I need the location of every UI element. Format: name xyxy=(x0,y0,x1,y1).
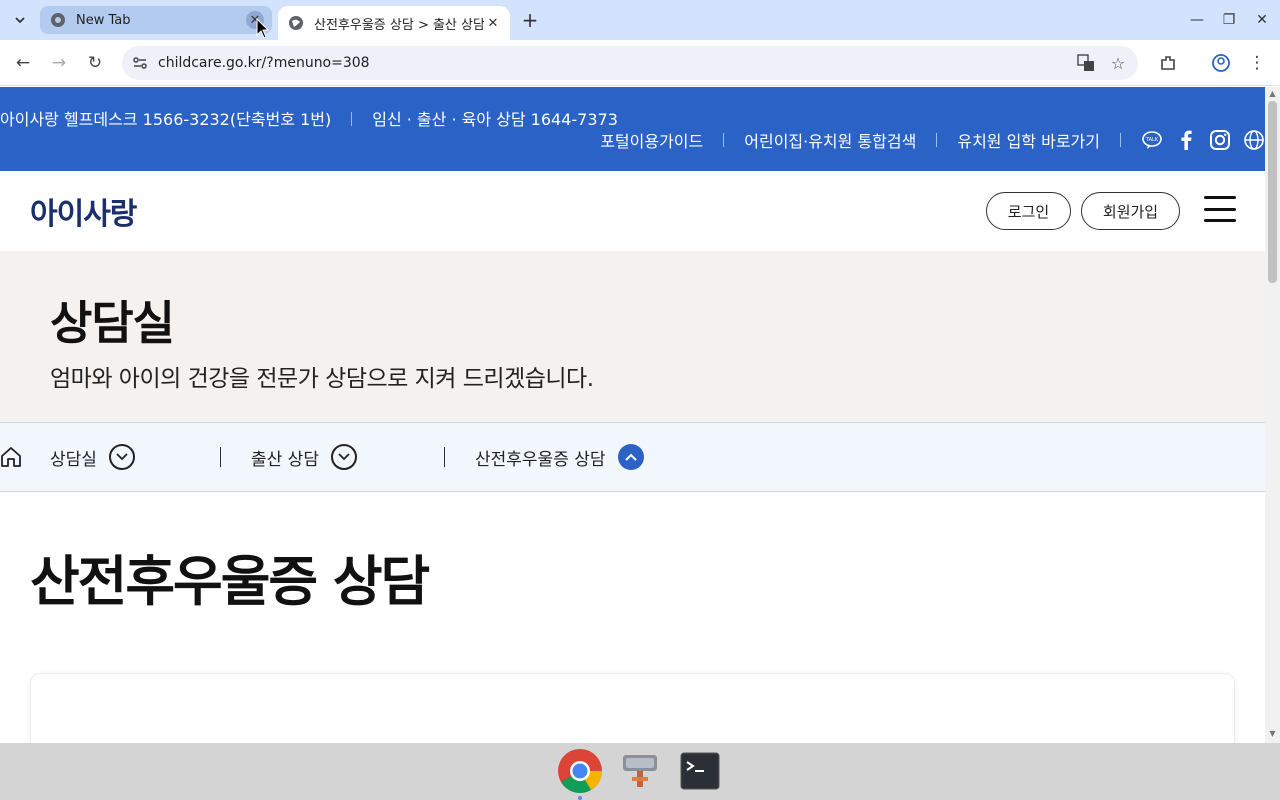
sns-links: TALK xyxy=(1129,129,1265,151)
restore-button[interactable]: ❐ xyxy=(1217,8,1241,32)
breadcrumb-item-consult-room[interactable]: 상담실 xyxy=(50,443,135,471)
terminal-app-icon[interactable] xyxy=(677,748,723,794)
globe-icon[interactable] xyxy=(1243,129,1265,151)
url-text: childcare.go.kr/?menuno=308 xyxy=(158,55,370,71)
extensions-icon[interactable] xyxy=(1156,51,1180,75)
minimize-button[interactable]: — xyxy=(1185,8,1209,32)
consult-line-text: 임신 · 출산 · 육아 상담 1644-7373 xyxy=(372,110,618,129)
breadcrumb-label: 출산 상담 xyxy=(251,449,319,470)
hamburger-menu-icon[interactable] xyxy=(1204,196,1236,222)
close-window-button[interactable]: ✕ xyxy=(1250,8,1274,32)
link-integrated-search[interactable]: 어린이집·유치원 통합검색 xyxy=(744,128,916,152)
scroll-up-icon[interactable]: ▲ xyxy=(1268,90,1277,98)
globe-favicon-icon xyxy=(289,16,303,30)
tab-close-button[interactable]: ✕ xyxy=(484,14,502,32)
breadcrumb-item-depression-consult[interactable]: 산전후우울증 상담 xyxy=(475,443,644,471)
tab-strip: New Tab ✕ 산전후우울증 상담 > 출산 상담 ✕ + — ❐ ✕ xyxy=(0,0,1280,40)
chevron-down-icon[interactable] xyxy=(108,444,135,470)
menu-dots-icon[interactable]: ⋮ xyxy=(1245,51,1269,75)
helpdesk-line: 아이사랑 헬프데스크 1566-3232(단축번호 1번) 임신 · 출산 · 육… xyxy=(0,106,618,130)
chrome-favicon-icon xyxy=(51,13,65,27)
tab-search-button[interactable] xyxy=(6,8,34,32)
helpdesk-text: 아이사랑 헬프데스크 1566-3232(단축번호 1번) xyxy=(0,110,332,129)
chrome-app-icon[interactable] xyxy=(557,748,603,794)
link-portal-guide[interactable]: 포털이용가이드 xyxy=(600,128,703,152)
content-card xyxy=(30,673,1235,743)
scroll-thumb[interactable] xyxy=(1268,101,1277,283)
chevron-down-icon[interactable] xyxy=(330,444,357,470)
hero-title: 상담실 xyxy=(50,296,175,350)
web-page: 아이사랑 헬프데스크 1566-3232(단축번호 1번) 임신 · 출산 · 육… xyxy=(0,87,1265,743)
browser-toolbar: ← → ↻ childcare.go.kr/?menuno=308 ☆ ⋮ xyxy=(0,40,1280,86)
scroll-down-icon[interactable]: ▼ xyxy=(1268,730,1277,738)
page-scrollbar[interactable]: ▲ ▼ xyxy=(1265,87,1280,743)
utility-links: 포털이용가이드 어린이집·유치원 통합검색 유치원 입학 바로가기 TALK xyxy=(600,127,1265,153)
signup-button[interactable]: 회원가입 xyxy=(1081,192,1180,230)
taskbar xyxy=(0,743,1280,800)
tab-active[interactable]: 산전후우울증 상담 > 출산 상담 ✕ xyxy=(278,6,510,40)
top-utility-bar: 아이사랑 헬프데스크 1566-3232(단축번호 1번) 임신 · 출산 · 육… xyxy=(0,87,1265,171)
hero-description: 엄마와 아이의 건강을 전문가 상담으로 지켜 드리겠습니다. xyxy=(50,366,594,392)
link-kindergarten-admission[interactable]: 유치원 입학 바로가기 xyxy=(957,128,1100,152)
reload-button[interactable]: ↻ xyxy=(83,51,107,75)
forward-button[interactable]: → xyxy=(47,51,71,75)
home-icon[interactable] xyxy=(0,446,22,468)
back-button[interactable]: ← xyxy=(11,51,35,75)
login-button[interactable]: 로그인 xyxy=(986,192,1071,230)
breadcrumb-divider xyxy=(220,447,221,467)
breadcrumb-label: 산전후우울증 상담 xyxy=(475,449,606,470)
site-header: 아이사랑 로그인 회원가입 xyxy=(0,171,1265,251)
hero-banner: 상담실 엄마와 아이의 건강을 전문가 상담으로 지켜 드리겠습니다. xyxy=(0,251,1265,422)
content-title: 산전후우울증 상담 xyxy=(30,550,430,613)
settings-tool-app-icon[interactable] xyxy=(617,748,663,794)
instagram-icon[interactable] xyxy=(1209,129,1231,151)
profile-icon[interactable] xyxy=(1209,51,1233,75)
tab-title: New Tab xyxy=(76,12,131,28)
breadcrumb: 상담실 출산 상담 산전후우울증 상담 xyxy=(0,422,1265,492)
site-logo[interactable]: 아이사랑 xyxy=(30,189,137,233)
translate-icon[interactable] xyxy=(1074,51,1098,75)
site-settings-icon[interactable] xyxy=(130,53,150,73)
address-bar[interactable]: childcare.go.kr/?menuno=308 ☆ xyxy=(122,46,1138,80)
tab-new-tab[interactable]: New Tab ✕ xyxy=(40,6,272,34)
breadcrumb-item-birth-consult[interactable]: 출산 상담 xyxy=(251,443,357,471)
breadcrumb-divider xyxy=(444,447,445,467)
chevron-up-icon[interactable] xyxy=(617,444,644,470)
breadcrumb-label: 상담실 xyxy=(50,449,97,470)
svg-text:TALK: TALK xyxy=(1145,137,1159,143)
bookmark-star-icon[interactable]: ☆ xyxy=(1106,51,1130,75)
new-tab-button[interactable]: + xyxy=(518,8,542,32)
mouse-cursor-icon xyxy=(256,18,270,39)
kakaotalk-icon[interactable]: TALK xyxy=(1141,129,1163,151)
facebook-icon[interactable] xyxy=(1175,129,1197,151)
tab-title: 산전후우울증 상담 > 출산 상담 xyxy=(314,17,484,33)
running-indicator xyxy=(578,796,582,800)
chevron-down-icon xyxy=(15,17,25,24)
